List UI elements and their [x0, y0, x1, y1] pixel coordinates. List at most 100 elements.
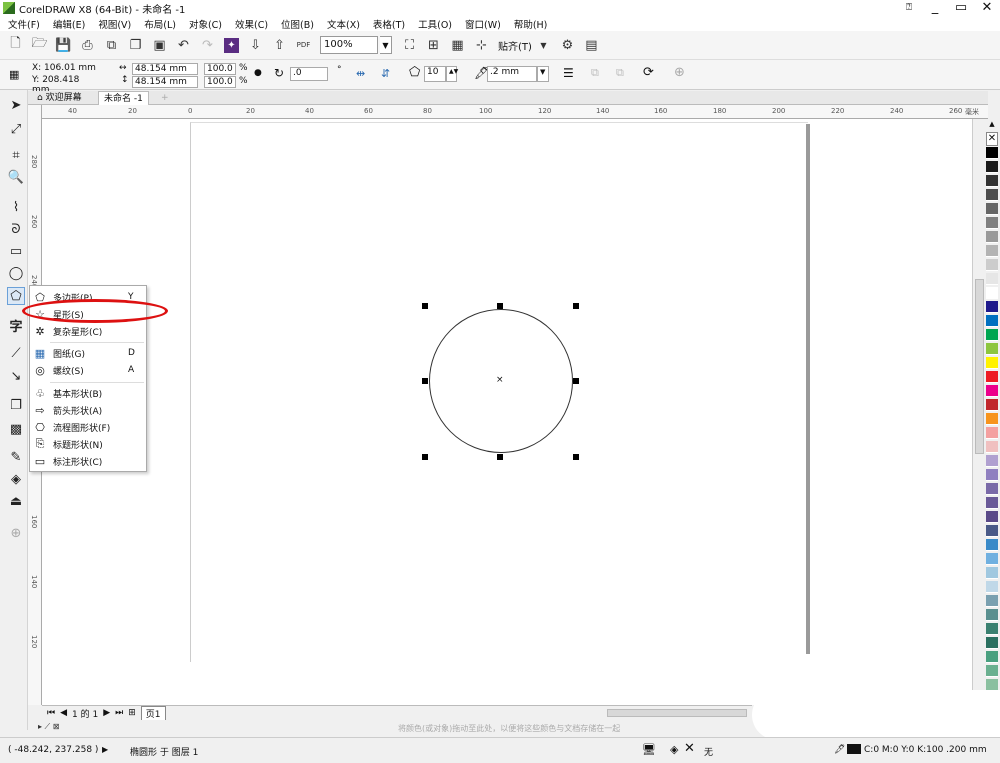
parallel-dimension-icon[interactable]: ⟋	[7, 344, 25, 362]
color-swatch[interactable]	[986, 497, 998, 509]
flyout-basic-shapes[interactable]: ♧ 基本形状(B)	[30, 385, 146, 401]
restore-button[interactable]: ▭	[948, 0, 974, 16]
menu-view[interactable]: 视图(V)	[98, 17, 131, 31]
color-swatch[interactable]	[986, 161, 998, 173]
color-swatch[interactable]	[986, 553, 998, 565]
add-icon[interactable]: ⊕	[674, 65, 685, 80]
crop-tool-icon[interactable]: ⌗	[7, 146, 25, 164]
selection-handle-top[interactable]	[497, 303, 503, 309]
first-page-icon[interactable]: ⏮	[47, 708, 55, 718]
color-swatch[interactable]	[986, 525, 998, 537]
zoom-tool-icon[interactable]: 🔍	[7, 168, 25, 186]
menu-effects[interactable]: 效果(C)	[235, 17, 268, 31]
minimize-button[interactable]: _	[922, 0, 948, 16]
drop-shadow-icon[interactable]: ❐	[7, 396, 25, 414]
no-color-swatch[interactable]: ✕	[986, 132, 998, 146]
paste-icon[interactable]: ▣	[152, 38, 167, 53]
menu-layout[interactable]: 布局(L)	[144, 17, 176, 31]
scale-x-field[interactable]: 100.0	[204, 63, 236, 75]
color-swatch[interactable]	[986, 287, 998, 299]
selection-handle-top-left[interactable]	[422, 303, 428, 309]
vertical-scroll-thumb[interactable]	[975, 279, 984, 454]
application-launcher-icon[interactable]: ▤	[584, 38, 599, 53]
shape-tool-icon[interactable]: ⤢	[7, 120, 25, 138]
menu-table[interactable]: 表格(T)	[373, 17, 405, 31]
menu-file[interactable]: 文件(F)	[8, 17, 40, 31]
add-tab-button[interactable]: +	[156, 91, 174, 105]
color-swatch[interactable]	[986, 259, 998, 271]
import-icon[interactable]: ⇩	[248, 38, 263, 53]
color-swatch[interactable]	[986, 217, 998, 229]
tab-welcome-screen[interactable]: ⌂ 欢迎屏幕	[32, 91, 87, 105]
color-swatch[interactable]	[986, 455, 998, 467]
color-swatch[interactable]	[986, 623, 998, 635]
color-swatch[interactable]	[986, 273, 998, 285]
outline-width-dropdown[interactable]: ▼	[537, 66, 549, 82]
color-swatch[interactable]	[986, 399, 998, 411]
color-swatch[interactable]	[986, 651, 998, 663]
convert-to-curves-icon[interactable]: ⟳	[643, 65, 654, 80]
eyedropper-icon[interactable]: ✎	[7, 448, 25, 466]
horizontal-scrollbar[interactable]	[512, 705, 752, 720]
color-swatch[interactable]	[986, 203, 998, 215]
color-swatch[interactable]	[986, 175, 998, 187]
color-swatch[interactable]	[986, 357, 998, 369]
flyout-banner-shapes[interactable]: ⎘ 标题形状(N)	[30, 436, 146, 452]
menu-tools[interactable]: 工具(O)	[418, 17, 452, 31]
pick-tool-icon[interactable]: ➤	[7, 96, 25, 114]
show-rulers-icon[interactable]: ⊞	[426, 38, 441, 53]
menu-window[interactable]: 窗口(W)	[465, 17, 501, 31]
color-swatch[interactable]	[986, 231, 998, 243]
new-document-icon[interactable]: 🗋	[8, 36, 23, 53]
color-swatch[interactable]	[986, 413, 998, 425]
artistic-media-icon[interactable]: ᘐ	[7, 220, 25, 238]
mirror-vertical-icon[interactable]: ⇵	[381, 67, 390, 80]
color-proofing-icon[interactable]: 🖥	[642, 743, 656, 756]
menu-object[interactable]: 对象(C)	[189, 17, 222, 31]
close-button[interactable]: ✕	[974, 0, 1000, 16]
save-icon[interactable]: 💾	[55, 38, 71, 53]
menu-bitmaps[interactable]: 位图(B)	[281, 17, 314, 31]
tab-untitled-1[interactable]: 未命名 -1	[98, 91, 149, 105]
print-icon[interactable]: ⎙	[80, 38, 95, 53]
freehand-tool-icon[interactable]: ⌇	[7, 198, 25, 216]
add-tool-icon[interactable]: ⊕	[7, 524, 25, 542]
publish-pdf-icon[interactable]: PDF	[296, 38, 311, 53]
lock-ratio-icon[interactable]: ●	[254, 68, 262, 78]
connector-tool-icon[interactable]: ↘	[7, 367, 25, 385]
search-content-icon[interactable]: ✦	[224, 37, 239, 53]
mirror-horizontal-icon[interactable]: ⇹	[356, 67, 365, 80]
flyout-callout-shapes[interactable]: ▭ 标注形状(C)	[30, 453, 146, 469]
x-position-field[interactable]: X: 106.01 mm	[30, 63, 96, 75]
export-icon[interactable]: ⇧	[272, 38, 287, 53]
object-origin-icon[interactable]: ▦	[9, 68, 19, 81]
palette-scroll-up-icon[interactable]: ▲	[986, 120, 998, 130]
ellipse-tool-icon[interactable]: ◯	[7, 264, 25, 282]
color-swatch[interactable]	[986, 301, 998, 313]
y-position-field[interactable]: Y: 208.418 mm	[30, 75, 96, 95]
page-tab-1[interactable]: 页1	[140, 705, 166, 721]
color-swatch[interactable]	[986, 581, 998, 593]
color-swatch[interactable]	[986, 511, 998, 523]
show-guidelines-icon[interactable]: ⊹	[474, 38, 489, 53]
next-page-icon[interactable]: ▶	[103, 708, 110, 718]
menu-help[interactable]: 帮助(H)	[514, 17, 548, 31]
show-grid-icon[interactable]: ▦	[450, 38, 465, 53]
polygon-tool-icon[interactable]: ⬠	[7, 287, 25, 305]
menu-text[interactable]: 文本(X)	[327, 17, 360, 31]
rectangle-tool-icon[interactable]: ▭	[7, 242, 25, 260]
flyout-arrow-shapes[interactable]: ⇨ 箭头形状(A)	[30, 402, 146, 418]
transparency-icon[interactable]: ▩	[7, 420, 25, 438]
fill-bucket-icon[interactable]: ◈	[670, 743, 678, 756]
color-swatch[interactable]	[986, 371, 998, 383]
play-icon[interactable]: ▶	[102, 745, 108, 754]
add-page-icon[interactable]: ⊞	[128, 708, 136, 718]
snap-to-menu[interactable]: 贴齐(T)	[498, 38, 532, 53]
color-swatch[interactable]	[986, 427, 998, 439]
text-tool-icon[interactable]: 字	[7, 316, 25, 335]
color-swatch[interactable]	[986, 329, 998, 341]
menu-edit[interactable]: 编辑(E)	[53, 17, 85, 31]
rotation-field[interactable]: .0	[290, 67, 328, 81]
color-swatch[interactable]	[986, 609, 998, 621]
color-swatch[interactable]	[986, 539, 998, 551]
